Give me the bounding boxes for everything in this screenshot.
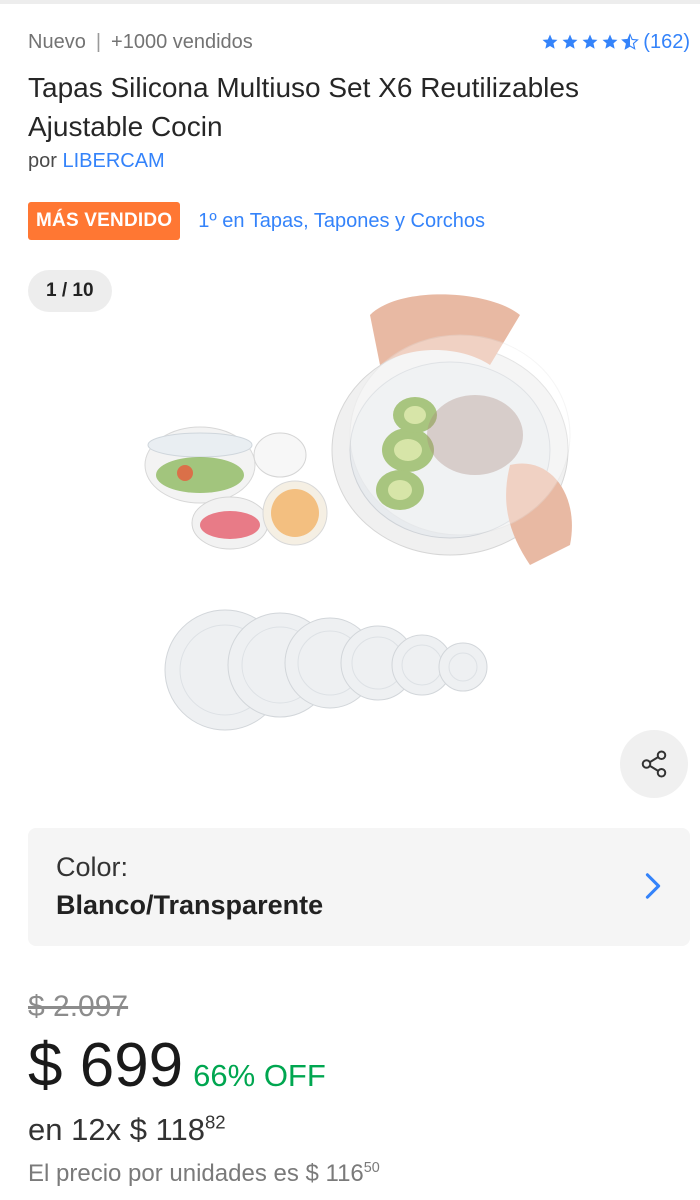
product-meta-row: Nuevo | +1000 vendidos (162): [28, 28, 690, 56]
bowls-illustration: [144, 426, 328, 550]
half-star-icon: [621, 33, 640, 50]
star-icon: [562, 34, 578, 49]
installments-amount: en 12x $ 118: [28, 1112, 205, 1147]
rating-stars: [541, 33, 640, 51]
rating-count: (162): [643, 30, 690, 53]
color-value: Blanco/Transparente: [56, 890, 324, 920]
star-icon: [582, 34, 598, 49]
price-row: $ 699 66% OFF: [28, 1030, 326, 1101]
color-label: Color:: [56, 852, 129, 882]
product-title: Tapas Silicona Multiuso Set X6 Reutiliza…: [28, 72, 579, 142]
share-icon: [641, 750, 667, 778]
star-icon: [542, 34, 558, 49]
seller-line: por LIBERCAM: [28, 150, 165, 173]
gallery-counter: 1 / 10: [28, 270, 112, 312]
sold-count: +1000 vendidos: [111, 30, 253, 53]
star-icon: [602, 34, 618, 49]
meta-separator: |: [95, 30, 102, 53]
unit-price-cents: 50: [363, 1160, 380, 1176]
condition-label: Nuevo: [28, 30, 86, 53]
installments-info: en 12x $ 11882: [28, 1112, 226, 1148]
installments-cents: 82: [204, 1111, 226, 1133]
unit-price-amount: El precio por unidades es $ 116: [28, 1160, 364, 1187]
chevron-right-icon: [645, 873, 661, 899]
original-price: $ 2.097: [28, 990, 129, 1023]
color-selector[interactable]: Color: Blanco/Transparente: [28, 828, 690, 946]
badge-row: MÁS VENDIDO 1º en Tapas, Tapones y Corch…: [28, 202, 485, 240]
best-seller-badge: MÁS VENDIDO: [28, 202, 181, 240]
current-price: $ 699: [28, 1031, 184, 1100]
top-divider: [0, 0, 700, 4]
sales-info: Nuevo | +1000 vendidos: [28, 31, 253, 54]
rating-summary[interactable]: (162): [541, 31, 690, 54]
discount-label: 66% OFF: [193, 1058, 326, 1093]
seller-link[interactable]: LIBERCAM: [62, 150, 164, 172]
kiwi-bowl-illustration: [331, 294, 572, 565]
seller-prefix: por: [28, 150, 57, 172]
unit-price-info: El precio por unidades es $ 11650: [28, 1160, 380, 1188]
silicone-lids-illustration: [164, 609, 488, 731]
category-rank-link[interactable]: 1º en Tapas, Tapones y Corchos: [198, 210, 485, 233]
share-button[interactable]: [620, 730, 688, 798]
product-image[interactable]: [130, 285, 590, 765]
